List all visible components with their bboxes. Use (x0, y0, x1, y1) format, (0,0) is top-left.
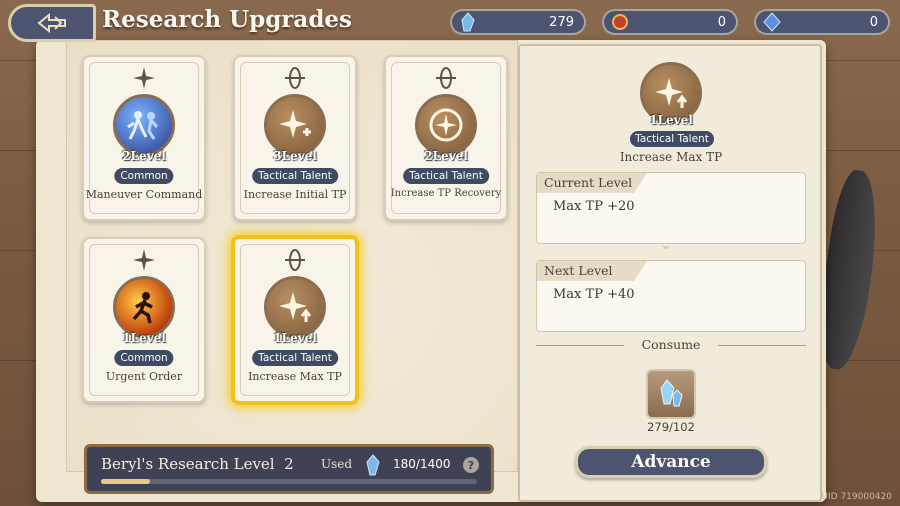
research-level-panel: Beryl's Research Level 2 Used 180/1400 ? (84, 444, 494, 494)
research-level-text: Beryl's Research Level (101, 455, 275, 473)
card-level: 2Level (424, 149, 468, 163)
runner-fire-icon (113, 276, 175, 338)
back-arrow-icon (37, 12, 66, 34)
card-category-tag: Tactical Talent (252, 168, 338, 184)
card-category-tag: Common (114, 350, 174, 366)
compass-star-icon (133, 67, 155, 89)
card-category-tag: Common (114, 168, 174, 184)
ornament-emblem-icon (436, 67, 456, 89)
ornament-emblem-icon (285, 67, 305, 89)
blue-crystal-cluster-icon (660, 379, 683, 407)
star-cycle-icon (415, 94, 477, 156)
advance-button[interactable]: Advance (575, 446, 767, 478)
red-gem-icon (612, 14, 628, 30)
research-used-count: 180/1400 (393, 457, 451, 471)
consume-divider: Consume (536, 337, 806, 355)
card-level: 1Level (273, 331, 317, 345)
card-level: 3Level (273, 149, 317, 163)
research-progress-bar (101, 479, 477, 484)
divider-line (718, 345, 806, 346)
upgrade-card-maneuver-command[interactable]: 2Level Common Maneuver Command (82, 55, 206, 221)
card-level: 2Level (122, 149, 166, 163)
research-progress-fill (101, 479, 150, 484)
maneuver-icon (113, 94, 175, 156)
cost-amount: 279/102 (647, 420, 695, 434)
currency-value: 0 (869, 14, 878, 30)
upgrade-card-increase-initial-tp[interactable]: 3Level Tactical Talent Increase Initial … (233, 55, 357, 221)
blue-crystal-icon (366, 454, 380, 476)
upgrade-card-urgent-order[interactable]: 1Level Common Urgent Order (82, 237, 206, 403)
next-level-box: Next Level Max TP +40 (536, 260, 806, 332)
card-name: Increase TP Recovery (390, 188, 502, 199)
currency-blue-crystal[interactable]: 279 (450, 9, 586, 35)
used-label: Used (321, 457, 353, 471)
currency-value: 279 (549, 14, 574, 30)
card-category-tag: Tactical Talent (252, 350, 338, 366)
upgrade-card-increase-max-tp[interactable]: 1Level Tactical Talent Increase Max TP (231, 235, 359, 405)
back-button[interactable] (8, 4, 96, 42)
page-title: Research Upgrades (102, 6, 352, 33)
star-plus-icon (264, 94, 326, 156)
card-name: Maneuver Command (85, 188, 203, 201)
compass-star-icon (133, 249, 155, 271)
currency-diamond-crystal[interactable]: 0 (754, 9, 890, 35)
star-up-icon (264, 276, 326, 338)
selected-upgrade-name: Increase Max TP (619, 150, 723, 164)
next-level-header: Next Level (537, 261, 647, 281)
blue-crystal-icon (461, 12, 475, 32)
current-level-header: Current Level (537, 173, 647, 193)
currency-value: 0 (717, 14, 726, 30)
card-category-tag: Tactical Talent (403, 168, 489, 184)
diamond-crystal-icon (763, 12, 781, 32)
help-icon[interactable]: ? (463, 457, 479, 473)
star-up-icon (655, 78, 688, 108)
selected-upgrade-tag: Tactical Talent (630, 131, 714, 147)
chevron-down-icon: ⌄ (660, 237, 672, 253)
user-id: UID 719000420 (821, 492, 892, 502)
card-name: Increase Initial TP (243, 188, 347, 201)
selected-upgrade-level: 1Level (649, 113, 693, 127)
currency-red-gem[interactable]: 0 (602, 9, 738, 35)
current-level-box: Current Level Max TP +20 (536, 172, 806, 244)
current-level-effect: Max TP +20 (553, 199, 635, 214)
research-level-value: 2 (284, 455, 294, 473)
research-level-label: Beryl's Research Level 2 (101, 455, 294, 473)
upgrade-card-increase-tp-recovery[interactable]: 2Level Tactical Talent Increase TP Recov… (384, 55, 508, 221)
card-name: Increase Max TP (248, 370, 342, 383)
card-level: 1Level (122, 331, 166, 345)
card-name: Urgent Order (105, 370, 183, 383)
next-level-effect: Max TP +40 (553, 287, 635, 302)
ornament-emblem-icon (285, 249, 305, 271)
cost-item-slot[interactable] (646, 369, 696, 419)
